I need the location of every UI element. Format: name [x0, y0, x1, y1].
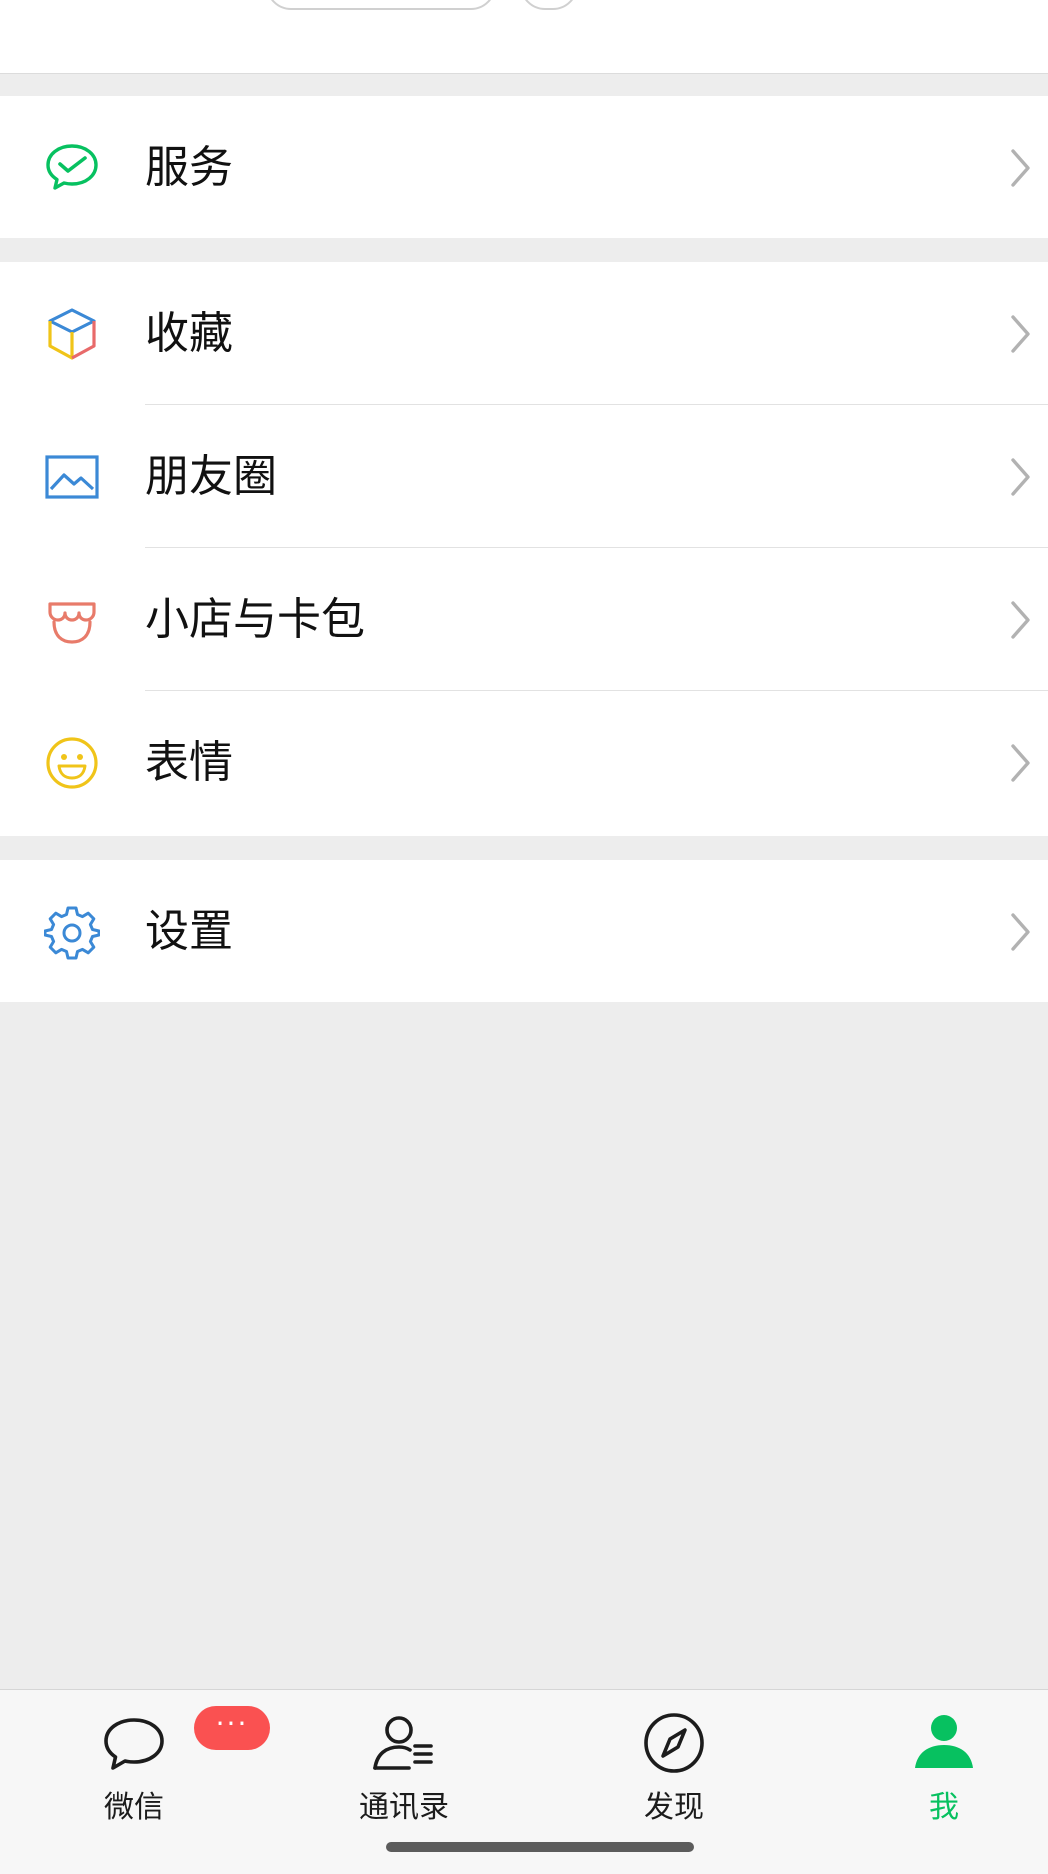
me-page: 服务 收藏 朋友圈 小店与卡包 表情 设置 ··· 微信 通讯录 发现 我	[0, 0, 1048, 1874]
unread-badge: ···	[194, 1706, 270, 1750]
services-section: 服务	[0, 96, 1048, 238]
tab-discover[interactable]: 发现	[584, 1690, 764, 1830]
tab-label: 通讯录	[359, 1790, 449, 1825]
menu-item-label: 设置	[145, 906, 233, 957]
status-more-button[interactable]	[520, 0, 578, 10]
menu-item-favorites[interactable]: 收藏	[0, 262, 1048, 405]
tab-me[interactable]: 我	[854, 1690, 1034, 1830]
tab-contacts[interactable]: 通讯录	[314, 1690, 494, 1830]
menu-item-label: 小店与卡包	[145, 594, 365, 645]
chevron-right-icon	[1008, 146, 1034, 190]
status-button[interactable]	[266, 0, 496, 10]
menu-item-moments[interactable]: 朋友圈	[0, 405, 1048, 548]
chat-bubble-icon	[99, 1708, 169, 1778]
chevron-right-icon	[1008, 312, 1034, 356]
menu-item-shop-cards[interactable]: 小店与卡包	[0, 548, 1048, 691]
smiley-icon	[44, 735, 100, 791]
chevron-right-icon	[1008, 741, 1034, 785]
menu-item-stickers[interactable]: 表情	[0, 691, 1048, 834]
compass-icon	[639, 1708, 709, 1778]
chevron-right-icon	[1008, 598, 1034, 642]
chevron-right-icon	[1008, 455, 1034, 499]
menu-item-label: 表情	[145, 737, 233, 788]
menu-item-settings[interactable]: 设置	[0, 860, 1048, 1003]
menu-item-label: 朋友圈	[145, 451, 277, 502]
menu-item-services[interactable]: 服务	[0, 96, 1048, 239]
settings-section: 设置	[0, 860, 1048, 1002]
picture-icon	[44, 449, 100, 505]
tab-label: 微信	[104, 1790, 164, 1825]
profile-header-strip	[0, 0, 1048, 74]
gear-icon	[44, 904, 100, 960]
wechat-pay-check-icon	[44, 140, 100, 196]
chevron-right-icon	[1008, 910, 1034, 954]
home-indicator[interactable]	[386, 1842, 694, 1852]
contacts-icon	[369, 1708, 439, 1778]
tab-label: 发现	[644, 1790, 704, 1825]
cube-icon	[44, 306, 100, 362]
menu-item-label: 服务	[145, 142, 233, 193]
tab-chats[interactable]: ··· 微信	[44, 1690, 270, 1830]
main-section: 收藏 朋友圈 小店与卡包 表情	[0, 262, 1048, 836]
shop-icon	[44, 592, 100, 648]
person-icon	[909, 1708, 979, 1778]
tab-label: 我	[929, 1790, 959, 1825]
menu-item-label: 收藏	[145, 308, 233, 359]
